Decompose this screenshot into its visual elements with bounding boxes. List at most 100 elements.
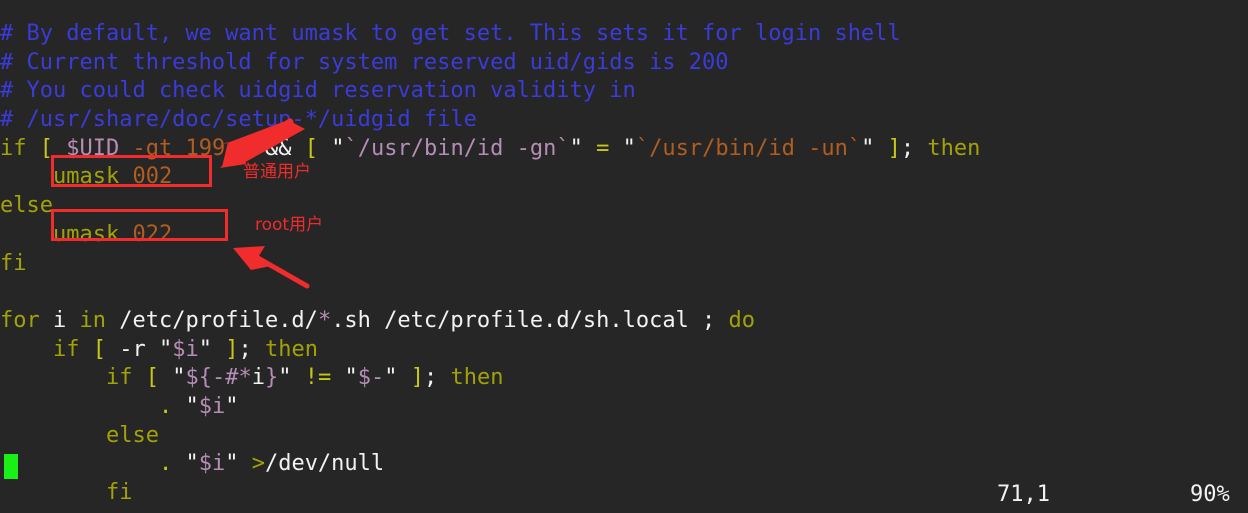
code-token: if [0,135,40,161]
code-token: # /usr/share/doc/setup-*/uidgid file [0,107,477,133]
code-token: then [450,365,504,391]
editor-text-area[interactable]: # By default, we want umask to get set. … [0,20,1248,508]
code-token: [ [145,365,159,391]
code-token: ${-# [185,365,239,391]
code-token: ] [225,336,239,362]
code-token: . [158,451,173,477]
code-line: if [ -r "$i" ]; then [0,336,1248,365]
code-token: if [105,365,133,391]
annotation-label-normal-user: 普通用户 [243,162,311,182]
code-token: ] [887,135,901,161]
code-line: # /usr/share/doc/setup-*/uidgid file [0,106,1248,135]
code-token: -gt [132,135,173,161]
code-token: i [53,307,67,333]
code-token: " [331,135,345,161]
code-token: `/usr/bin/id -gn` [344,135,570,161]
code-token: " [185,451,199,477]
code-token: .sh /etc/profile.d/sh.local ; [331,307,716,333]
code-token: /dev/null [264,451,385,477]
code-token: for [0,307,40,333]
code-token: " [225,451,239,477]
code-token: [ [92,336,106,362]
code-token: $i [198,393,226,419]
code-token: # By default, we want umask to get set. … [0,21,901,46]
code-token: $UID [66,135,120,161]
code-token: umask [52,221,120,247]
code-token: then [927,135,981,161]
code-token: i [251,365,265,391]
code-line: else [0,422,1248,451]
code-token: * [238,365,252,391]
code-line: fi [0,250,1248,279]
code-token: # You could check uidgid reservation val… [0,78,636,104]
statusline-cursor-position: 71,1 [997,482,1050,507]
code-token: " [384,365,398,391]
code-token: $- [357,365,385,391]
code-token: $i [172,336,199,362]
code-token: ; [423,365,438,391]
code-token: fi [0,250,27,276]
code-token: else [0,193,53,219]
code-token: " [158,336,173,362]
code-line: for i in /etc/profile.d/*.sh /etc/profil… [0,307,1248,336]
code-token: `/usr/bin/id -un` [635,135,862,161]
code-line: # By default, we want umask to get set. … [0,20,1248,49]
code-token: then [264,336,318,362]
code-token: 199 [185,135,226,161]
code-line: # Current threshold for system reserved … [0,49,1248,78]
code-token: " [569,135,583,161]
code-token: umask [52,164,120,190]
code-token: " [185,393,199,419]
code-token: = [596,135,610,161]
code-token: " [344,365,358,391]
code-line: . "$i" [0,393,1248,422]
code-token: " [198,336,212,362]
code-line: umask 022 [0,221,1248,250]
code-token: " [225,393,239,419]
code-token: * [317,307,332,333]
code-token: ; [900,135,915,161]
code-line: else [0,192,1248,221]
code-token: $i [198,451,226,477]
code-line: . "$i" >/dev/null [0,450,1248,479]
code-token: > [251,451,265,477]
code-token: " [278,365,292,391]
code-token: } [264,365,279,391]
code-token: ] [238,135,252,161]
code-line: if [ $UID -gt 199 ] && [ "`/usr/bin/id -… [0,135,1248,164]
code-token: " [861,135,875,161]
code-token: else [105,422,159,448]
statusline-file-percent: 90% [1190,482,1230,507]
code-token: 022 [132,221,173,247]
